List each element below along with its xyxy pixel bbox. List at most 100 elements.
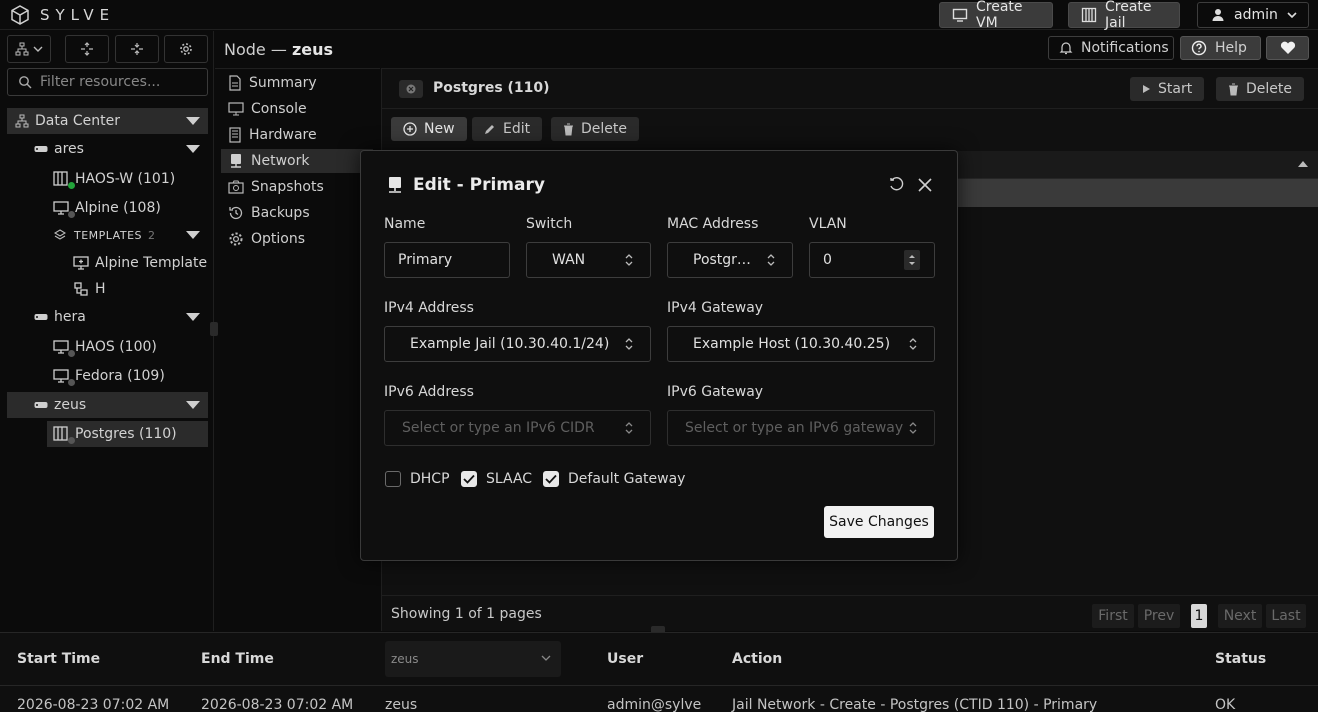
col-action[interactable]: Action: [732, 651, 782, 667]
vlan-input[interactable]: 0: [809, 242, 935, 278]
summary-icon: [228, 75, 242, 91]
nav-summary[interactable]: Summary: [221, 71, 373, 95]
server-icon: [34, 400, 48, 410]
item-label: HAOS-W (101): [75, 171, 176, 187]
nav-console[interactable]: Console: [221, 97, 373, 121]
reset-icon[interactable]: [888, 176, 906, 194]
node-filter-select[interactable]: zeus: [385, 641, 561, 677]
col-status[interactable]: Status: [1215, 651, 1266, 667]
monitor-icon: [53, 200, 75, 218]
tree-node-ares[interactable]: ares: [7, 136, 208, 162]
templates-count: 2: [148, 228, 155, 242]
default-gateway-checkbox[interactable]: Default Gateway: [543, 471, 685, 487]
checkbox-checked-icon: [543, 471, 559, 487]
new-button[interactable]: New: [391, 117, 467, 141]
main-header: Postgres (110) Start Delete: [382, 69, 1318, 109]
jail-icon: [53, 426, 75, 444]
ipv4-value: Example Jail (10.30.40.1/24): [410, 336, 610, 352]
nav-snapshots[interactable]: Snapshots: [221, 175, 373, 199]
bell-icon: [1059, 41, 1073, 55]
console-icon: [228, 102, 244, 116]
nav-options[interactable]: Options: [221, 227, 373, 251]
slaac-label: SLAAC: [486, 471, 533, 487]
save-changes-button[interactable]: Save Changes: [824, 506, 934, 538]
view-mode-button[interactable]: [7, 35, 51, 63]
edit-button[interactable]: Edit: [472, 117, 543, 141]
expand-icon: [80, 42, 94, 56]
create-jail-button[interactable]: Create Jail: [1068, 0, 1180, 31]
dialog-title: Edit - Primary: [387, 175, 545, 195]
nav-hardware[interactable]: Hardware: [221, 123, 373, 147]
col-end-time[interactable]: End Time: [201, 651, 274, 667]
log-status: OK: [1215, 697, 1236, 712]
tree-template-item[interactable]: Alpine Template: [7, 250, 208, 276]
tree-item[interactable]: HAOS (100): [7, 334, 208, 360]
pager-next[interactable]: Next: [1218, 604, 1262, 628]
server-icon: [34, 144, 48, 154]
tree-item[interactable]: Fedora (109): [7, 363, 208, 389]
caret-down-icon: [186, 313, 200, 321]
user-menu[interactable]: admin: [1197, 2, 1309, 28]
templates-label: TEMPLATES: [74, 228, 142, 242]
ipv4-select[interactable]: Example Jail (10.30.40.1/24): [384, 326, 651, 362]
caret-down-icon: [186, 401, 200, 409]
resize-handle[interactable]: [210, 322, 218, 336]
col-start-time[interactable]: Start Time: [17, 651, 100, 667]
mac-select[interactable]: Postgr…: [667, 242, 793, 278]
filter-resources-input[interactable]: Filter resources...: [7, 68, 208, 96]
pager-first[interactable]: First: [1092, 604, 1134, 628]
notifications-button[interactable]: Notifications: [1048, 36, 1174, 60]
switch-select[interactable]: WAN: [526, 242, 651, 278]
tree-item[interactable]: HAOS-W (101): [7, 166, 208, 192]
tree-item-selected[interactable]: Postgres (110): [47, 421, 208, 447]
ipv6-gateway-select[interactable]: Select or type an IPv6 gateway: [667, 410, 935, 446]
name-label: Name: [384, 216, 426, 232]
sort-up-icon[interactable]: [1297, 160, 1309, 168]
tree-datacenter[interactable]: Data Center: [7, 108, 208, 134]
ipv6-select[interactable]: Select or type an IPv6 CIDR: [384, 410, 651, 446]
help-label: Help: [1215, 40, 1247, 56]
dhcp-checkbox[interactable]: DHCP: [385, 471, 450, 487]
expand-all-button[interactable]: [65, 35, 109, 63]
hardware-icon: [228, 127, 242, 143]
tree-node-hera[interactable]: hera: [7, 304, 208, 330]
plus-circle-icon: [403, 122, 417, 136]
pager-page[interactable]: 1: [1191, 604, 1207, 628]
start-button[interactable]: Start: [1130, 77, 1205, 101]
tree-node-zeus[interactable]: zeus: [7, 392, 208, 418]
vlan-stepper[interactable]: [904, 250, 920, 270]
delete-resource-button[interactable]: Delete: [1216, 77, 1304, 101]
nav-label: Console: [251, 101, 307, 117]
monitor-icon: [952, 7, 968, 23]
template-jail-icon: [73, 281, 89, 297]
create-vm-button[interactable]: Create VM: [939, 0, 1053, 31]
jail-icon: [1081, 7, 1097, 23]
pencil-icon: [484, 123, 496, 135]
tree-item[interactable]: Alpine (108): [7, 195, 208, 221]
nav-backups[interactable]: Backups: [221, 201, 373, 225]
pager-prev[interactable]: Prev: [1138, 604, 1180, 628]
delete-resource-label: Delete: [1246, 81, 1292, 97]
ipv4-label: IPv4 Address: [384, 300, 474, 316]
help-button[interactable]: Help: [1180, 36, 1261, 60]
tree-templates[interactable]: TEMPLATES 2: [7, 222, 208, 248]
settings-button[interactable]: [164, 35, 208, 63]
tree-template-item[interactable]: H: [7, 276, 208, 302]
col-user[interactable]: User: [607, 651, 643, 667]
activity-log: Start Time End Time zeus User Action Sta…: [0, 632, 1318, 712]
donate-button[interactable]: [1266, 36, 1309, 60]
slaac-checkbox[interactable]: SLAAC: [461, 471, 532, 487]
pager-status: Showing 1 of 1 pages: [391, 606, 542, 622]
nav-network[interactable]: Network: [221, 149, 373, 173]
caret-down-icon: [186, 231, 200, 239]
name-value: Primary: [398, 252, 453, 268]
delete-button[interactable]: Delete: [551, 117, 639, 141]
close-icon[interactable]: [917, 177, 933, 193]
ipv4-gateway-select[interactable]: Example Host (10.30.40.25): [667, 326, 935, 362]
node-title: Node — zeus: [224, 40, 333, 59]
name-input[interactable]: Primary: [384, 242, 510, 278]
network-icon: [387, 176, 403, 194]
pager-last[interactable]: Last: [1266, 604, 1306, 628]
template-label: Alpine Template: [95, 255, 208, 271]
collapse-all-button[interactable]: [115, 35, 159, 63]
